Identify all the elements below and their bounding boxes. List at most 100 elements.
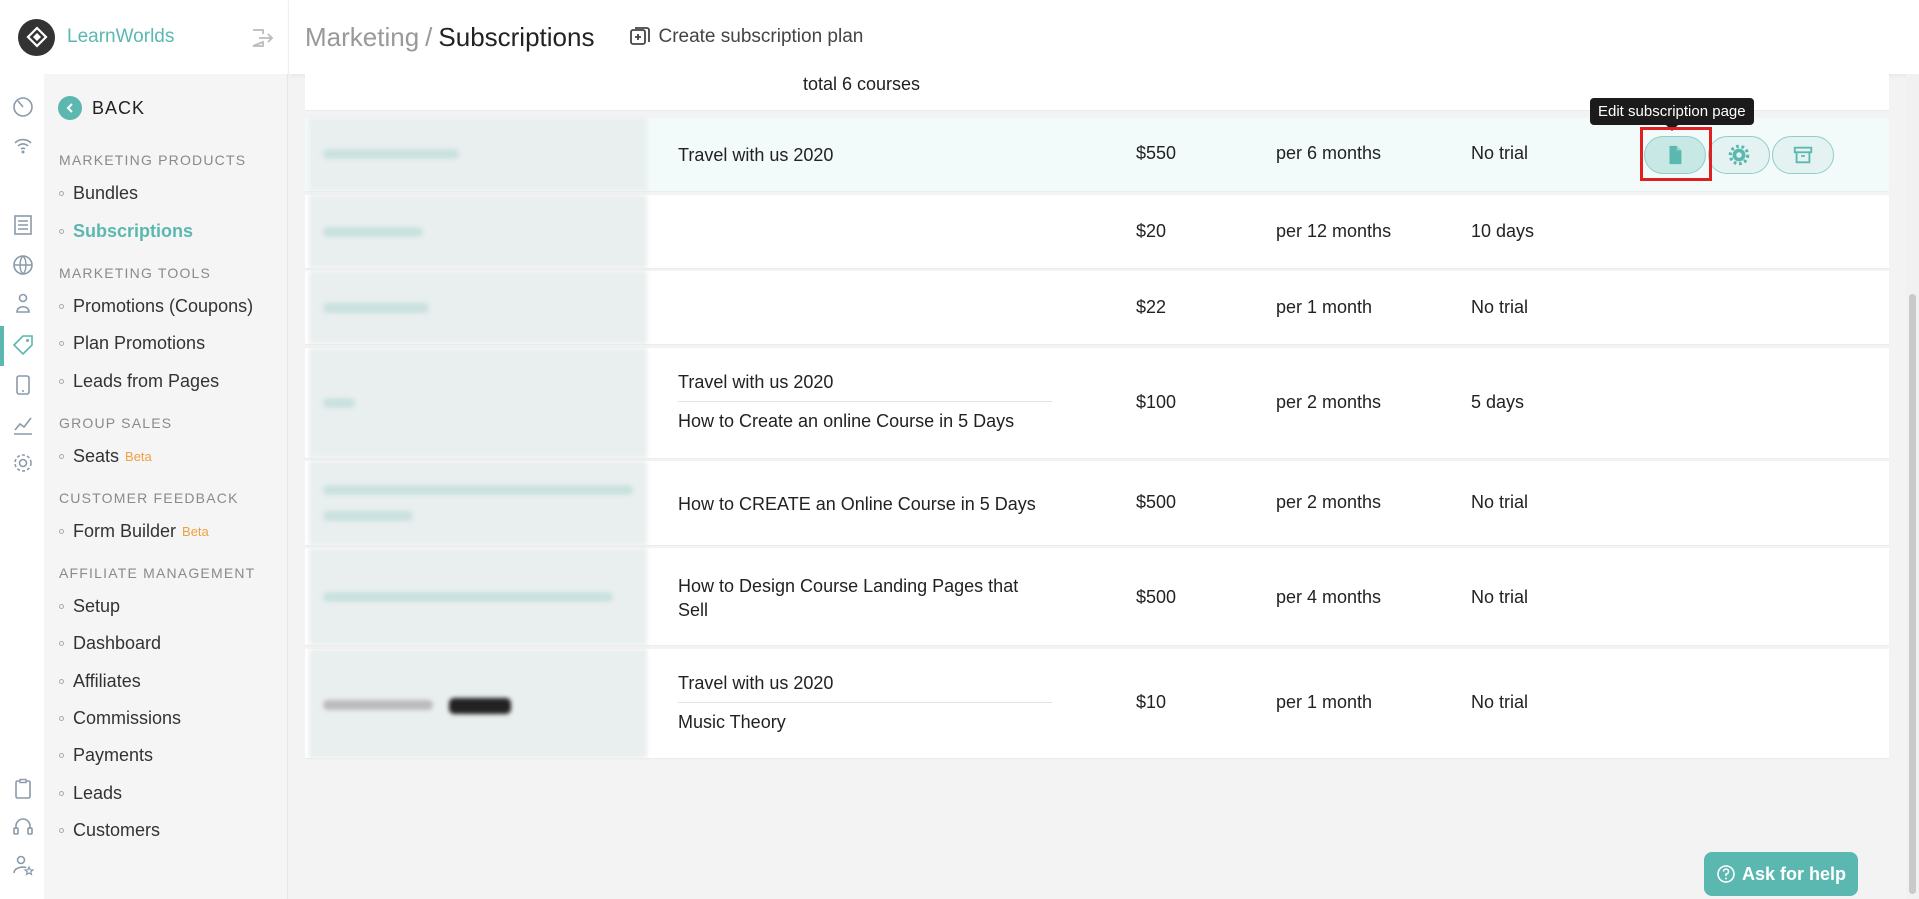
ask-for-help-button[interactable]: Ask for help: [1704, 852, 1858, 896]
course-name: How to Design Course Landing Pages that …: [678, 576, 1019, 620]
ask-for-help-label: Ask for help: [1741, 863, 1847, 884]
sidebar: LearnWorlds BACK MARKETING PRODUCTS Bund…: [0, 0, 288, 899]
plan-name-redacted[interactable]: [309, 548, 647, 645]
website-globe-icon[interactable]: [10, 252, 36, 278]
sidebar-item-customers[interactable]: Customers: [59, 820, 160, 841]
course-name: Travel with us 2020: [678, 372, 834, 392]
plan-trial: No trial: [1471, 587, 1529, 607]
dashboard-gauge-icon[interactable]: [10, 94, 36, 120]
table-row[interactable]: $22 per 1 month No trial: [305, 271, 1889, 345]
course-name: Travel with us 2020: [678, 673, 834, 693]
archive-icon: [1793, 146, 1813, 163]
sidebar-item-plan-promotions[interactable]: Plan Promotions: [59, 333, 205, 354]
scrollbar-thumb[interactable]: [1909, 294, 1916, 894]
rail-active-indicator: [0, 326, 4, 366]
archive-plan-button[interactable]: [1772, 135, 1834, 174]
course-name: How to Create an online Course in 5 Days: [678, 411, 1015, 431]
question-circle-icon: [1717, 865, 1735, 883]
beta-badge: Beta: [182, 524, 209, 539]
page-header: Marketing / Subscriptions Create subscript…: [289, 0, 1919, 74]
sidebar-item-payments[interactable]: Payments: [59, 745, 153, 766]
course-name: Travel with us 2020: [678, 145, 834, 165]
plan-period: per 2 months: [1276, 392, 1382, 412]
sidebar-item-leads-from-pages[interactable]: Leads from Pages: [59, 371, 219, 392]
course-name: Music Theory: [678, 712, 786, 732]
plan-name-redacted[interactable]: [309, 195, 647, 268]
plan-courses: Travel with us 2020: [678, 143, 1052, 167]
sidebar-item-subscriptions[interactable]: Subscriptions: [59, 221, 193, 242]
plan-period: per 1 month: [1276, 297, 1373, 317]
support-headset-icon[interactable]: [10, 814, 36, 840]
plan-price: $100: [1136, 392, 1177, 412]
section-affiliate-management: AFFILIATE MANAGEMENT: [59, 565, 256, 581]
plan-price: $20: [1136, 221, 1167, 241]
sidebar-item-setup[interactable]: Setup: [59, 596, 120, 617]
sidebar-item-dashboard[interactable]: Dashboard: [59, 633, 161, 654]
brand-bar: LearnWorlds: [0, 0, 288, 74]
course-divider: [678, 401, 1052, 402]
marketing-tag-icon[interactable]: [10, 332, 36, 358]
plan-price: $22: [1136, 297, 1167, 317]
profile-star-icon[interactable]: [10, 852, 36, 878]
broadcast-icon[interactable]: [10, 132, 36, 158]
edit-subscription-page-tooltip: Edit subscription page: [1590, 98, 1754, 131]
learnworlds-logo[interactable]: [18, 18, 55, 56]
gear-icon: [1728, 144, 1750, 165]
plan-trial: 5 days: [1471, 392, 1525, 412]
plan-name-redacted[interactable]: [309, 348, 647, 458]
plan-name-redacted[interactable]: [309, 271, 647, 344]
tooltip-text: Edit subscription page: [1598, 103, 1746, 120]
plan-trial: No trial: [1471, 692, 1529, 712]
collapse-sidebar-icon[interactable]: [250, 28, 274, 48]
plan-courses: Travel with us 2020 Music Theory: [678, 671, 1052, 734]
sidebar-item-promotions-coupons[interactable]: Promotions (Coupons): [59, 296, 253, 317]
settings-gear-icon[interactable]: [10, 450, 36, 476]
plan-trial: 10 days: [1471, 221, 1535, 241]
clipboard-icon[interactable]: [10, 776, 36, 802]
back-button[interactable]: BACK: [58, 96, 145, 120]
sidebar-item-seats[interactable]: Seats Beta: [59, 446, 152, 467]
courses-summary: total 6 courses: [803, 74, 921, 94]
add-plan-icon: [630, 27, 651, 45]
table-row[interactable]: How to CREATE an Online Course in 5 Days…: [305, 461, 1889, 546]
plan-price: $500: [1136, 492, 1177, 512]
section-customer-feedback: CUSTOMER FEEDBACK: [59, 490, 239, 506]
sidebar-item-bundles[interactable]: Bundles: [59, 183, 138, 204]
sidebar-item-commissions[interactable]: Commissions: [59, 708, 181, 729]
plan-name-redacted[interactable]: [309, 649, 647, 758]
plan-name-redacted[interactable]: [309, 461, 647, 545]
table-row[interactable]: How to Design Course Landing Pages that …: [305, 548, 1889, 646]
users-icon[interactable]: [10, 290, 36, 316]
page-scrollbar[interactable]: [1906, 74, 1919, 899]
plan-name-redacted[interactable]: [309, 118, 647, 191]
plan-period: per 12 months: [1276, 221, 1392, 241]
icon-rail: [0, 74, 44, 899]
create-subscription-plan-button[interactable]: Create subscription plan: [628, 25, 863, 49]
breadcrumb-marketing[interactable]: Marketing: [305, 22, 419, 52]
beta-badge: Beta: [125, 449, 152, 464]
create-subscription-plan-label: Create subscription plan: [658, 26, 864, 47]
table-row[interactable]: $20 per 12 months 10 days: [305, 195, 1889, 269]
breadcrumb-separator: /: [425, 21, 433, 52]
plan-trial: No trial: [1471, 492, 1529, 512]
sidebar-item-leads[interactable]: Leads: [59, 783, 122, 804]
highlight-box: [1640, 127, 1712, 181]
plan-trial: No trial: [1471, 297, 1529, 317]
table-row[interactable]: Travel with us 2020 How to Create an onl…: [305, 348, 1889, 459]
courses-list-icon[interactable]: [10, 212, 36, 238]
section-group-sales: GROUP SALES: [59, 415, 173, 431]
plan-period: per 1 month: [1276, 692, 1373, 712]
table-row[interactable]: Travel with us 2020 Music Theory $10 per…: [305, 649, 1889, 759]
plan-courses: How to CREATE an Online Course in 5 Days: [678, 492, 1052, 516]
sidebar-menu: BACK MARKETING PRODUCTS Bundles Subscrip…: [44, 74, 288, 899]
reports-chart-icon[interactable]: [10, 412, 36, 438]
sidebar-item-affiliates[interactable]: Affiliates: [59, 671, 141, 692]
plan-trial: No trial: [1471, 143, 1529, 163]
plan-price: $550: [1136, 143, 1177, 163]
plan-period: per 6 months: [1276, 143, 1382, 163]
plan-price: $500: [1136, 587, 1177, 607]
sidebar-item-form-builder[interactable]: Form Builder Beta: [59, 521, 209, 542]
section-marketing-tools: MARKETING TOOLS: [59, 265, 212, 281]
plan-settings-button[interactable]: [1708, 135, 1770, 174]
mobile-app-icon[interactable]: [10, 372, 36, 398]
